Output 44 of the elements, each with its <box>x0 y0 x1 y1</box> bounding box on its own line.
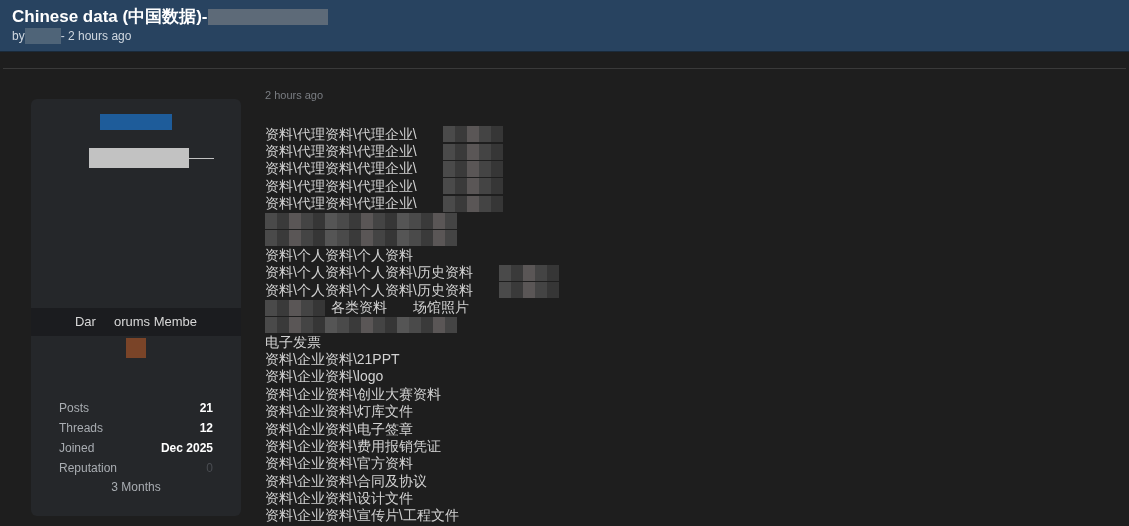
post-line: 资料\个人资料\个人资料\历史资料 <box>265 281 473 299</box>
post-time: 2 hours ago <box>265 88 325 103</box>
redacted-block <box>24 28 61 44</box>
post-line: 资料\企业资料\21PPT <box>265 351 400 369</box>
post-line: 资料\个人资料\个人资料 <box>265 247 413 265</box>
post-line: 资料\代理资料\代理企业\ <box>265 177 417 195</box>
stat-value: 12 <box>199 420 213 437</box>
tenure-text: 3 Months <box>111 479 161 496</box>
stat-label: Joined <box>59 440 95 457</box>
post-line: 资料\企业资料\灯库文件 <box>265 403 413 421</box>
redacted-block <box>100 114 172 130</box>
post-line: 资料\企业资料\费用报销凭证 <box>265 437 441 455</box>
post-line: 场馆照片 <box>413 299 469 317</box>
post-line: 资料\企业资料\电子签章 <box>265 420 413 438</box>
post-line: 资料\企业资料\合同及协议 <box>265 472 427 490</box>
stat-label: Reputation <box>59 460 118 477</box>
post-line: 电子发票 <box>265 333 321 351</box>
stat-label: Threads <box>59 420 104 437</box>
stat-value: 21 <box>199 400 213 417</box>
post-line: 资料\代理资料\代理企业\ <box>265 195 417 213</box>
redacted-block <box>442 143 503 160</box>
stat-label: Posts <box>59 400 89 417</box>
post-line: 资料\企业资料\创业大赛资料 <box>265 385 441 403</box>
post-line: 资料\企业资料\官方资料 <box>265 455 413 473</box>
post-line: 资料\代理资料\代理企业\ <box>265 125 417 143</box>
redacted-block <box>498 264 559 281</box>
post-line: 资料\个人资料\个人资料\历史资料 <box>265 264 473 282</box>
user-title: Dar <box>75 313 96 332</box>
post-line: 资料\企业资料\宣传片\工程文件 <box>265 507 459 525</box>
redacted-block <box>442 178 503 195</box>
redacted-block <box>498 282 559 299</box>
user-title: orums Membe <box>113 313 197 332</box>
post-time: - 2 hours ago <box>60 28 132 44</box>
thread-title: Chinese data (中国数据)- <box>12 7 208 27</box>
post-line: 各类资料 <box>331 299 387 317</box>
post-line: 资料\代理资料\代理企业\ <box>265 143 417 160</box>
post-line: 资料\企业资料\设计文件 <box>265 489 413 507</box>
post-line: 资料\企业资料\logo <box>265 368 384 386</box>
redacted-block <box>442 160 503 177</box>
byline-text: by <box>12 28 25 44</box>
stat-value: Dec 2025 <box>160 440 213 457</box>
post-line: 资料\代理资料\代理企业\ <box>265 160 417 178</box>
redacted-block <box>442 126 503 143</box>
rank-icon <box>126 338 146 358</box>
